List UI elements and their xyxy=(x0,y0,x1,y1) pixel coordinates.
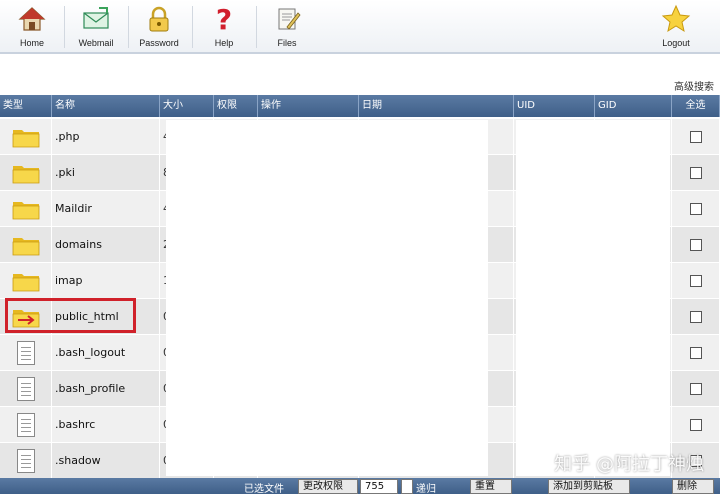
question-mark-icon: ? xyxy=(209,4,239,34)
file-name[interactable]: .php xyxy=(52,119,160,155)
advanced-search-link[interactable]: 高级搜索 xyxy=(674,78,714,93)
highlight-box xyxy=(5,298,136,333)
help-button[interactable]: ? Help xyxy=(208,0,240,52)
row-checkbox[interactable] xyxy=(689,310,702,323)
folder-icon xyxy=(12,270,40,292)
reset-button[interactable]: 重置 xyxy=(470,479,512,494)
files-label: Files xyxy=(277,38,297,48)
recursive-checkbox[interactable] xyxy=(401,479,413,494)
file-icon xyxy=(16,412,35,437)
file-name[interactable]: .bash_logout xyxy=(52,335,160,371)
files-button[interactable]: Files xyxy=(270,0,304,52)
col-uid[interactable]: UID xyxy=(514,95,595,117)
file-name[interactable]: imap xyxy=(52,263,160,299)
folder-icon xyxy=(12,198,40,220)
help-label: Help xyxy=(214,38,234,48)
col-type[interactable]: 类型 xyxy=(0,95,52,117)
perm-input[interactable]: 755 xyxy=(360,479,398,494)
file-name[interactable]: .bash_profile xyxy=(52,371,160,407)
row-checkbox[interactable] xyxy=(689,202,702,215)
file-icon xyxy=(16,340,35,365)
select-all-button[interactable]: 全选 xyxy=(672,95,720,117)
folder-icon xyxy=(12,162,40,184)
home-label: Home xyxy=(19,38,44,48)
file-name[interactable]: domains xyxy=(52,227,160,263)
col-date[interactable]: 日期 xyxy=(359,95,514,117)
top-toolbar: Home Webmail Password ? Help Files Logou… xyxy=(0,0,720,54)
file-icon xyxy=(16,448,35,473)
folder-icon xyxy=(12,234,40,256)
row-checkbox[interactable] xyxy=(689,238,702,251)
home-button[interactable]: Home xyxy=(16,0,48,52)
col-perm[interactable]: 权限 xyxy=(214,95,258,117)
col-op: 操作 xyxy=(258,95,359,117)
col-gid[interactable]: GID xyxy=(595,95,672,117)
row-checkbox[interactable] xyxy=(689,346,702,359)
col-name[interactable]: 名称 xyxy=(52,95,160,117)
file-name[interactable]: .bashrc xyxy=(52,407,160,443)
redacted-area xyxy=(166,120,488,476)
row-checkbox[interactable] xyxy=(689,274,702,287)
mail-icon xyxy=(81,4,111,34)
recursive-label: 递归 xyxy=(416,484,436,495)
file-name[interactable]: .shadow xyxy=(52,443,160,479)
file-name[interactable]: .pki xyxy=(52,155,160,191)
row-checkbox[interactable] xyxy=(689,130,702,143)
webmail-button[interactable]: Webmail xyxy=(74,0,118,52)
change-perm-button[interactable]: 更改权限 xyxy=(298,479,358,494)
folder-icon xyxy=(12,126,40,148)
row-checkbox[interactable] xyxy=(689,382,702,395)
watermark: 知乎 @阿拉丁神烛 xyxy=(554,454,704,475)
delete-button[interactable]: 删除 xyxy=(672,479,714,494)
webmail-label: Webmail xyxy=(78,38,114,48)
logout-label: Logout xyxy=(662,38,690,48)
add-clipboard-button[interactable]: 添加到剪贴板 xyxy=(548,479,630,494)
password-label: Password xyxy=(139,38,179,48)
row-checkbox[interactable] xyxy=(689,166,702,179)
files-icon xyxy=(272,4,302,34)
logout-button[interactable]: Logout xyxy=(656,0,696,52)
star-icon xyxy=(661,4,691,34)
file-name[interactable]: Maildir xyxy=(52,191,160,227)
table-header: 类型 名称 大小 权限 操作 日期 UID GID 全选 xyxy=(0,95,720,117)
home-icon xyxy=(17,4,47,34)
row-checkbox[interactable] xyxy=(689,418,702,431)
redacted-area-uid xyxy=(516,120,670,476)
file-icon xyxy=(16,376,35,401)
svg-text:?: ? xyxy=(216,4,232,34)
col-size[interactable]: 大小 xyxy=(160,95,214,117)
selected-files-label: 已选文件 xyxy=(244,484,284,495)
lock-icon xyxy=(144,4,174,34)
password-button[interactable]: Password xyxy=(136,0,182,52)
